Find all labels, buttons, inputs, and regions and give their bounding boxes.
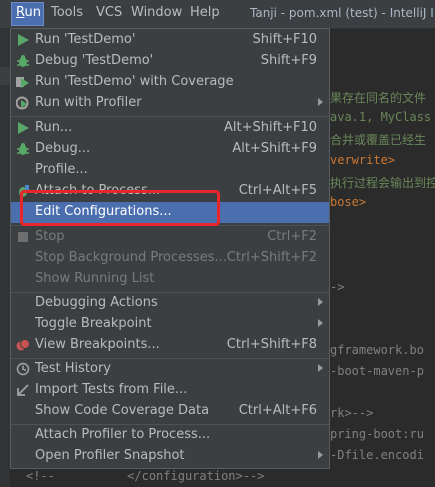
code-line: verwrite> — [330, 153, 396, 167]
code-line: rk>--> — [330, 406, 374, 420]
menu-item-profile[interactable]: Profile... — [11, 160, 329, 181]
code-line: 执行过程会输出到控 — [330, 176, 435, 190]
editor-gutter — [0, 29, 10, 487]
menu-item-test-history[interactable]: Test History — [11, 359, 329, 380]
menu-vcs[interactable]: VCS — [96, 5, 122, 20]
editor-tab-stub — [0, 67, 10, 85]
menu-item-attach-profiler[interactable]: Attach Profiler to Process... — [11, 425, 329, 446]
code-line: -boot-maven-p — [330, 364, 424, 378]
run-icon — [18, 34, 29, 46]
menu-help[interactable]: Help — [190, 5, 220, 20]
run-menu: Run 'TestDemo' Shift+F10 Debug 'TestDemo… — [10, 28, 330, 469]
submenu-arrow-icon — [318, 98, 323, 106]
profiler-icon — [16, 96, 29, 110]
highlight-annotation-box — [20, 190, 220, 226]
code-line: 合并或覆盖已经生 — [330, 133, 427, 147]
code-line: -> — [330, 280, 345, 294]
menu-item-open-profiler-snapshot[interactable]: Open Profiler Snapshot — [11, 446, 329, 467]
menu-item-stop[interactable]: Stop Ctrl+F2 — [11, 227, 329, 248]
menu-item-toggle-breakpoint[interactable]: Toggle Breakpoint — [11, 314, 329, 335]
window-title: Tanji - pom.xml (test) - IntelliJ ID — [250, 6, 435, 20]
code-line: gframework.bo — [330, 343, 424, 357]
code-line: ava.1, MyClass — [330, 110, 432, 124]
submenu-arrow-icon — [318, 364, 323, 372]
import-icon — [17, 384, 29, 396]
menu-item-debug[interactable]: Debug... Alt+Shift+F9 — [11, 139, 329, 160]
menu-item-run-testdemo[interactable]: Run 'TestDemo' Shift+F10 — [11, 30, 329, 51]
breakpoints-icon — [16, 339, 30, 351]
code-line: -Dfile.encodi — [330, 448, 424, 462]
menu-item-import-tests[interactable]: Import Tests from File... — [11, 380, 329, 401]
code-line: bose> — [330, 195, 367, 209]
menu-tools[interactable]: Tools — [51, 5, 83, 20]
stop-icon — [18, 232, 28, 242]
menu-separator — [11, 116, 329, 117]
history-icon — [16, 362, 30, 376]
menu-item-show-running-list[interactable]: Show Running List — [11, 269, 329, 290]
menu-item-view-breakpoints[interactable]: View Breakpoints... Ctrl+Shift+F8 — [11, 335, 329, 356]
main-menubar: Run Tools VCS Window Help Tanji - pom.xm… — [0, 0, 435, 29]
menu-item-run-with-coverage[interactable]: Run 'TestDemo' with Coverage — [11, 72, 329, 93]
debug-icon — [17, 55, 29, 67]
debug-icon — [17, 143, 29, 155]
menu-run[interactable]: Run — [16, 5, 41, 20]
coverage-icon — [16, 77, 29, 88]
menu-window[interactable]: Window — [131, 5, 182, 20]
menu-item-debug-testdemo[interactable]: Debug 'TestDemo' Shift+F9 — [11, 51, 329, 72]
menu-item-run-with-profiler[interactable]: Run with Profiler — [11, 93, 329, 114]
submenu-arrow-icon — [318, 319, 323, 327]
submenu-arrow-icon — [318, 451, 323, 459]
menu-item-stop-background-processes[interactable]: Stop Background Processes... Ctrl+Shift+… — [11, 248, 329, 269]
code-line: 果存在同名的文件 — [330, 91, 427, 105]
submenu-arrow-icon — [318, 298, 323, 306]
code-line: <!-- </configuration>--> — [26, 469, 265, 483]
code-line: pring-boot:ru — [330, 427, 424, 441]
menu-item-debugging-actions[interactable]: Debugging Actions — [11, 293, 329, 314]
run-icon — [18, 122, 29, 134]
menu-item-run[interactable]: Run... Alt+Shift+F10 — [11, 118, 329, 139]
menu-item-show-code-coverage[interactable]: Show Code Coverage Data Ctrl+Alt+F6 — [11, 401, 329, 422]
